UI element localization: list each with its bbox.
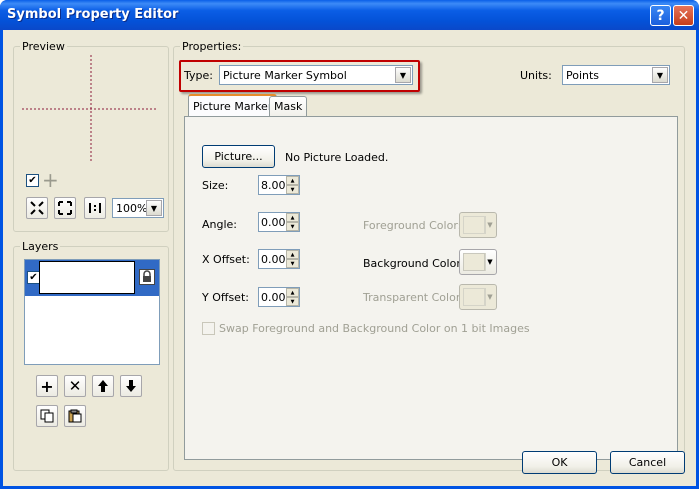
move-layer-up-button[interactable] xyxy=(92,375,114,397)
yoffset-up-icon[interactable]: ▲ xyxy=(286,288,299,297)
size-down-icon[interactable]: ▼ xyxy=(286,185,299,194)
foreground-color-button: ▼ xyxy=(459,212,497,238)
actual-size-icon xyxy=(89,203,101,213)
type-select[interactable]: Picture Marker Symbol ▼ xyxy=(219,65,413,85)
zoom-select[interactable]: 100% ▼ xyxy=(112,198,164,218)
tab-picture-marker[interactable]: Picture Marker xyxy=(188,94,278,116)
close-icon: ✕ xyxy=(677,7,690,24)
paste-layer-button[interactable] xyxy=(64,405,86,427)
angle-up-icon[interactable]: ▲ xyxy=(286,213,299,222)
zoom-value: 100% xyxy=(116,202,148,215)
transparent-swatch xyxy=(463,288,485,306)
ok-button[interactable]: OK xyxy=(522,451,597,474)
zoom-out-button[interactable] xyxy=(54,197,76,219)
background-color-button[interactable]: ▼ xyxy=(459,249,497,275)
move-layer-down-button[interactable] xyxy=(120,375,142,397)
chevron-down-icon: ▼ xyxy=(485,216,494,234)
copy-icon xyxy=(40,409,54,423)
dialog-body: Preview ✔ + 100% ▼ Layers ✔ + ✕ Properti… xyxy=(3,30,696,486)
x-icon: ✕ xyxy=(68,377,82,395)
properties-group: Properties: Type: Picture Marker Symbol … xyxy=(173,40,685,471)
close-button[interactable]: ✕ xyxy=(673,5,694,26)
add-plus-icon: + xyxy=(42,168,59,192)
tab-mask[interactable]: Mask xyxy=(269,96,308,116)
symbol-property-editor-window: Symbol Property Editor ? ✕ Preview ✔ + 1… xyxy=(0,0,699,489)
ok-button-label: OK xyxy=(551,456,568,469)
chevron-down-icon[interactable]: ▼ xyxy=(485,253,494,271)
units-value: Points xyxy=(566,69,600,82)
foreground-color-label: Foreground Color: xyxy=(363,219,462,232)
xoffset-label: X Offset: xyxy=(202,253,250,266)
window-title: Symbol Property Editor xyxy=(7,7,179,22)
picture-button[interactable]: Picture... xyxy=(202,145,275,168)
swap-colors-checkbox xyxy=(202,322,215,335)
lock-icon xyxy=(143,270,151,282)
angle-down-icon[interactable]: ▼ xyxy=(286,222,299,231)
angle-stepper[interactable]: 0.00 ▲ ▼ xyxy=(258,212,300,232)
layer-row[interactable]: ✔ xyxy=(25,260,159,296)
delete-layer-button[interactable]: ✕ xyxy=(64,375,86,397)
yoffset-value: 0.00 xyxy=(261,291,286,304)
chevron-down-icon[interactable]: ▼ xyxy=(395,67,411,83)
picture-marker-page: Picture... No Picture Loaded. Size: 8.00… xyxy=(184,116,678,460)
layer-swatch xyxy=(39,261,135,294)
chevron-down-icon: ▼ xyxy=(485,288,494,306)
units-select[interactable]: Points ▼ xyxy=(562,65,670,85)
tab-label: Picture Marker xyxy=(193,99,273,113)
size-up-icon[interactable]: ▲ xyxy=(286,176,299,185)
background-color-label: Background Color: xyxy=(363,257,465,270)
layers-group-label: Layers xyxy=(20,240,61,253)
zoom-in-button[interactable] xyxy=(26,197,48,219)
layers-list[interactable]: ✔ xyxy=(24,259,160,365)
cancel-button-label: Cancel xyxy=(628,456,667,469)
xoffset-down-icon[interactable]: ▼ xyxy=(286,259,299,268)
xoffset-value: 0.00 xyxy=(261,253,286,266)
help-button[interactable]: ? xyxy=(650,5,671,26)
actual-size-button[interactable] xyxy=(84,197,106,219)
zoom-in-icon xyxy=(30,201,44,215)
properties-group-label: Properties: xyxy=(180,40,244,53)
preview-group-label: Preview xyxy=(20,40,67,53)
arrow-up-icon xyxy=(98,380,108,392)
copy-layer-button[interactable] xyxy=(36,405,58,427)
size-stepper[interactable]: 8.00 ▲ ▼ xyxy=(258,175,300,195)
title-bar[interactable]: Symbol Property Editor ? ✕ xyxy=(0,0,699,30)
layer-lock-icon[interactable] xyxy=(139,269,155,285)
preview-canvas xyxy=(22,55,160,163)
tab-label: Mask xyxy=(274,100,303,113)
type-value: Picture Marker Symbol xyxy=(223,69,347,82)
crosshair-icon xyxy=(22,55,158,161)
swap-colors-label: Swap Foreground and Background Color on … xyxy=(219,322,530,335)
arrow-down-icon xyxy=(126,380,136,392)
units-label: Units: xyxy=(520,69,552,82)
foreground-swatch xyxy=(463,216,485,234)
background-swatch xyxy=(463,253,485,271)
paste-icon xyxy=(68,409,82,423)
plus-icon: + xyxy=(40,376,54,396)
transparent-color-button: ▼ xyxy=(459,284,497,310)
yoffset-label: Y Offset: xyxy=(202,291,249,304)
help-icon: ? xyxy=(656,7,665,24)
transparent-color-label: Transparent Color: xyxy=(363,291,464,304)
size-label: Size: xyxy=(202,179,229,192)
size-value: 8.00 xyxy=(261,179,286,192)
type-label: Type: xyxy=(184,69,213,82)
xoffset-up-icon[interactable]: ▲ xyxy=(286,250,299,259)
chevron-down-icon[interactable]: ▼ xyxy=(146,200,162,216)
angle-value: 0.00 xyxy=(261,216,286,229)
cancel-button[interactable]: Cancel xyxy=(610,451,685,474)
picture-status: No Picture Loaded. xyxy=(285,151,389,164)
add-layer-button[interactable]: + xyxy=(36,375,58,397)
angle-label: Angle: xyxy=(202,218,238,231)
picture-button-label: Picture... xyxy=(214,150,263,163)
xoffset-stepper[interactable]: 0.00 ▲ ▼ xyxy=(258,249,300,269)
layers-group: Layers ✔ + ✕ xyxy=(13,240,169,471)
zoom-out-icon xyxy=(58,201,72,215)
preview-checkbox[interactable]: ✔ xyxy=(26,174,39,187)
yoffset-down-icon[interactable]: ▼ xyxy=(286,297,299,306)
yoffset-stepper[interactable]: 0.00 ▲ ▼ xyxy=(258,287,300,307)
preview-group: Preview ✔ + 100% ▼ xyxy=(13,40,169,232)
chevron-down-icon[interactable]: ▼ xyxy=(652,67,668,83)
